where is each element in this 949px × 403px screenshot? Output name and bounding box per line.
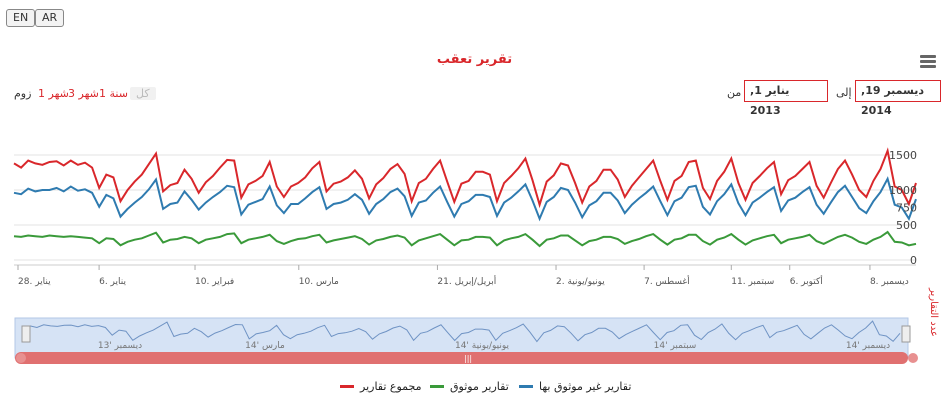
y-axis-ticks: 0 500 750 1000 1500 [889, 149, 917, 267]
legend-label-untrusted: تقارير غير موثوق بها [539, 380, 632, 393]
x-tick-label: 21. أبريل/إبريل [437, 275, 496, 287]
legend-item-untrusted[interactable]: تقارير غير موثوق بها [519, 380, 631, 393]
y-tick-label: 1000 [889, 184, 917, 197]
series-line-0 [13, 147, 917, 209]
x-tick-label: 6. يناير [99, 277, 126, 287]
menu-icon[interactable] [920, 55, 936, 68]
legend-swatch-trusted [430, 385, 444, 388]
legend-label-trusted: تقارير موثوق [450, 380, 509, 393]
y-tick-label: 1500 [889, 149, 917, 162]
legend-swatch-untrusted [519, 385, 533, 388]
y-tick-label: 750 [896, 202, 917, 215]
legend-swatch-total [340, 385, 354, 388]
range-to-label: إلى [836, 86, 852, 99]
range-from-label: من [727, 86, 742, 99]
scroll-left-button[interactable] [16, 353, 26, 363]
navigator-label: 14' ديسمبر [846, 341, 890, 351]
navigator-left-handle[interactable] [21, 325, 31, 343]
lang-en-button[interactable]: EN [6, 9, 36, 27]
zoom-all-button[interactable]: كل [130, 87, 156, 100]
series-line-1 [13, 230, 917, 248]
range-to-input[interactable]: ديسمبر 19, 2014 [855, 80, 941, 117]
lang-ar-button[interactable]: AR [35, 9, 65, 27]
legend-item-trusted[interactable]: تقارير موثوق [430, 380, 509, 393]
legend-label-total: مجموع تقارير [360, 380, 422, 393]
navigator-label: 14' يونيو/يونية [455, 341, 510, 351]
navigator-scrollbar[interactable] [15, 352, 908, 364]
zoom-label: زوم [14, 87, 32, 100]
navigator-right-handle[interactable] [901, 325, 911, 343]
x-tick-label: 10. فبراير [195, 277, 234, 287]
series-line-2 [13, 176, 917, 222]
legend-item-total[interactable]: مجموع تقارير [340, 380, 422, 393]
navigator[interactable]: 13' ديسمبر 14' مارس 14' يونيو/يونية 14' سبت… [0, 312, 949, 372]
series-layer [13, 147, 917, 248]
x-tick-label: 8. ديسمبر [870, 277, 909, 287]
y-tick-label: 500 [896, 219, 917, 232]
x-tick-label: 10. مارس [299, 277, 339, 287]
x-tick-label: 28. يناير [18, 277, 51, 287]
x-tick-label: 7. أغسطس [644, 275, 690, 287]
zoom-3m-button[interactable]: 3 شهر [68, 87, 99, 100]
y-tick-label: 0 [910, 254, 917, 267]
x-tick-label: 11. سبتمبر [731, 277, 774, 287]
scroll-right-button[interactable] [908, 353, 918, 363]
x-tick-label: 6. أكتوبر [790, 275, 823, 287]
x-axis-ticks: 28. يناير 6. يناير 10. فبراير 10. مارس 21. أ… [14, 264, 916, 287]
range-from-input[interactable]: يناير 1, 2013 [744, 80, 828, 117]
navigator-label: 13' ديسمبر [98, 341, 142, 351]
zoom-1y-button[interactable]: 1 سنة [99, 87, 128, 100]
chart-title: تقرير تعقب [436, 52, 513, 67]
scrollbar-grip: ||| [464, 354, 472, 363]
zoom-1m-button[interactable]: 1 شهر [38, 87, 69, 100]
navigator-label: 14' مارس [245, 341, 285, 351]
navigator-label: 14' سبتمبر [654, 341, 697, 351]
x-tick-label: 2. يونيو/يونية [556, 277, 605, 287]
